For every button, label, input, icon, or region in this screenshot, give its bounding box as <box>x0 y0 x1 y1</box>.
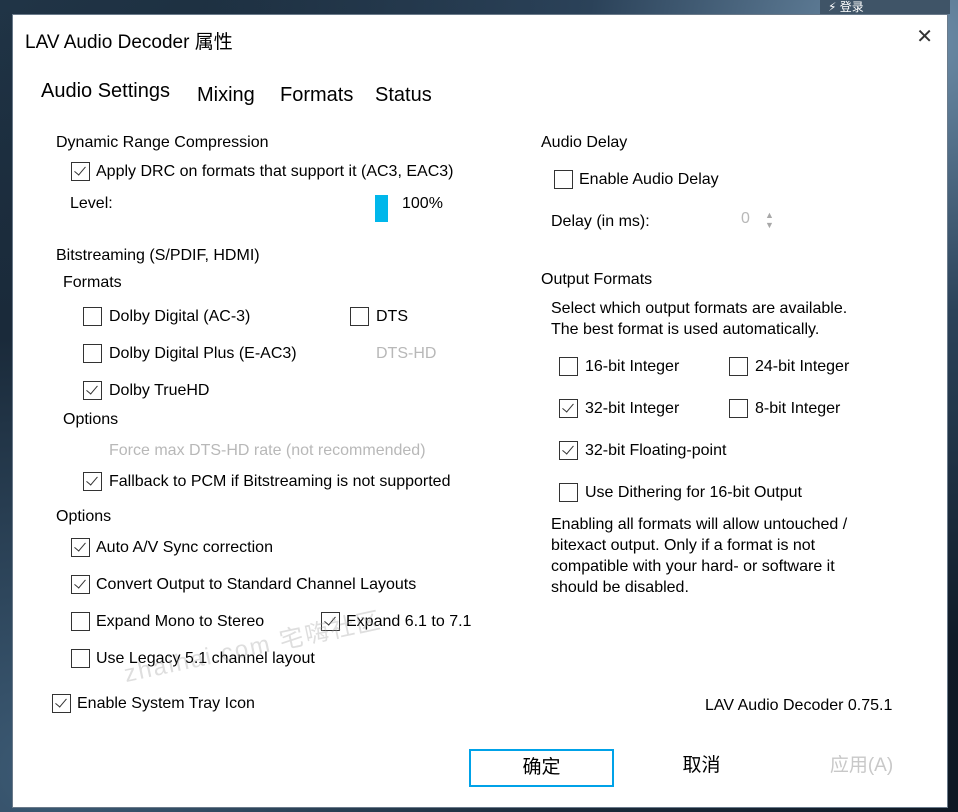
int32-label: 32-bit Integer <box>585 400 680 417</box>
output-formats-note-3: compatible with your hard- or software i… <box>551 558 835 575</box>
enable-audio-delay-checkbox[interactable] <box>554 170 573 189</box>
legacy-51-checkbox[interactable] <box>71 649 90 668</box>
bitstreaming-options-label: Options <box>63 411 119 428</box>
close-icon[interactable]: ✕ <box>916 27 933 47</box>
tab-status[interactable]: Status <box>375 84 432 107</box>
enable-audio-delay-label: Enable Audio Delay <box>579 171 719 188</box>
output-formats-group-label: Output Formats <box>541 271 653 288</box>
dolby-truehd-label: Dolby TrueHD <box>109 382 210 399</box>
drc-apply-label: Apply DRC on formats that support it (AC… <box>96 163 454 180</box>
dolby-digital-plus-label: Dolby Digital Plus (E-AC3) <box>109 345 297 362</box>
bitstreaming-formats-label: Formats <box>63 274 122 291</box>
tab-mixing[interactable]: Mixing <box>197 84 255 107</box>
tab-audio-settings[interactable]: Audio Settings <box>41 80 170 103</box>
dolby-digital-checkbox[interactable] <box>83 307 102 326</box>
auto-av-sync-label: Auto A/V Sync correction <box>96 539 273 556</box>
spin-up-icon[interactable]: ▲ <box>765 210 774 220</box>
dolby-truehd-checkbox[interactable] <box>83 381 102 400</box>
int32-checkbox[interactable] <box>559 399 578 418</box>
force-dtshd-label: Force max DTS-HD rate (not recommended) <box>109 442 426 459</box>
dither16-checkbox[interactable] <box>559 483 578 502</box>
dither16-label: Use Dithering for 16-bit Output <box>585 484 802 501</box>
dolby-digital-plus-checkbox[interactable] <box>83 344 102 363</box>
dts-checkbox[interactable] <box>350 307 369 326</box>
drc-level-label: Level: <box>70 195 113 212</box>
output-formats-note-4: should be disabled. <box>551 579 689 596</box>
output-formats-note-1: Enabling all formats will allow untouche… <box>551 516 848 533</box>
audio-delay-group-label: Audio Delay <box>541 134 628 151</box>
output-formats-desc-1: Select which output formats are availabl… <box>551 300 848 317</box>
spin-down-icon[interactable]: ▼ <box>765 220 774 230</box>
int24-label: 24-bit Integer <box>755 358 850 375</box>
int16-label: 16-bit Integer <box>585 358 680 375</box>
delay-spinner[interactable]: ▲ ▼ <box>765 210 774 230</box>
float32-checkbox[interactable] <box>559 441 578 460</box>
bitstreaming-group-label: Bitstreaming (S/PDIF, HDMI) <box>56 247 260 264</box>
convert-output-label: Convert Output to Standard Channel Layou… <box>96 576 417 593</box>
system-tray-label: Enable System Tray Icon <box>77 695 255 712</box>
int16-checkbox[interactable] <box>559 357 578 376</box>
output-formats-note-2: bitexact output. Only if a format is not <box>551 537 816 554</box>
ok-button[interactable]: 确定 <box>469 749 614 787</box>
dolby-digital-label: Dolby Digital (AC-3) <box>109 308 251 325</box>
taskbar-login[interactable]: ⚡ 登录 <box>820 0 950 14</box>
system-tray-checkbox[interactable] <box>52 694 71 713</box>
auto-av-sync-checkbox[interactable] <box>71 538 90 557</box>
drc-apply-checkbox[interactable] <box>71 162 90 181</box>
dts-hd-label: DTS-HD <box>376 345 437 362</box>
int24-checkbox[interactable] <box>729 357 748 376</box>
output-formats-desc-2: The best format is used automatically. <box>551 321 820 338</box>
options-group-label: Options <box>56 508 112 525</box>
version-label: LAV Audio Decoder 0.75.1 <box>705 697 893 714</box>
float32-label: 32-bit Floating-point <box>585 442 727 459</box>
cancel-button[interactable]: 取消 <box>629 749 774 787</box>
properties-dialog: LAV Audio Decoder 属性 ✕ Audio Settings Mi… <box>12 14 948 808</box>
window-title: LAV Audio Decoder 属性 <box>25 32 233 53</box>
drc-level-value: 100% <box>402 195 443 212</box>
tab-formats[interactable]: Formats <box>280 84 353 107</box>
dts-label: DTS <box>376 308 408 325</box>
convert-output-checkbox[interactable] <box>71 575 90 594</box>
delay-ms-label: Delay (in ms): <box>551 213 650 230</box>
fallback-pcm-checkbox[interactable] <box>83 472 102 491</box>
delay-ms-value[interactable]: 0 <box>741 210 750 228</box>
drc-level-slider[interactable] <box>375 195 388 222</box>
drc-group-label: Dynamic Range Compression <box>56 134 269 151</box>
int8-checkbox[interactable] <box>729 399 748 418</box>
int8-label: 8-bit Integer <box>755 400 841 417</box>
fallback-pcm-label: Fallback to PCM if Bitstreaming is not s… <box>109 473 451 490</box>
apply-button[interactable]: 应用(A) <box>789 749 934 787</box>
expand-mono-checkbox[interactable] <box>71 612 90 631</box>
